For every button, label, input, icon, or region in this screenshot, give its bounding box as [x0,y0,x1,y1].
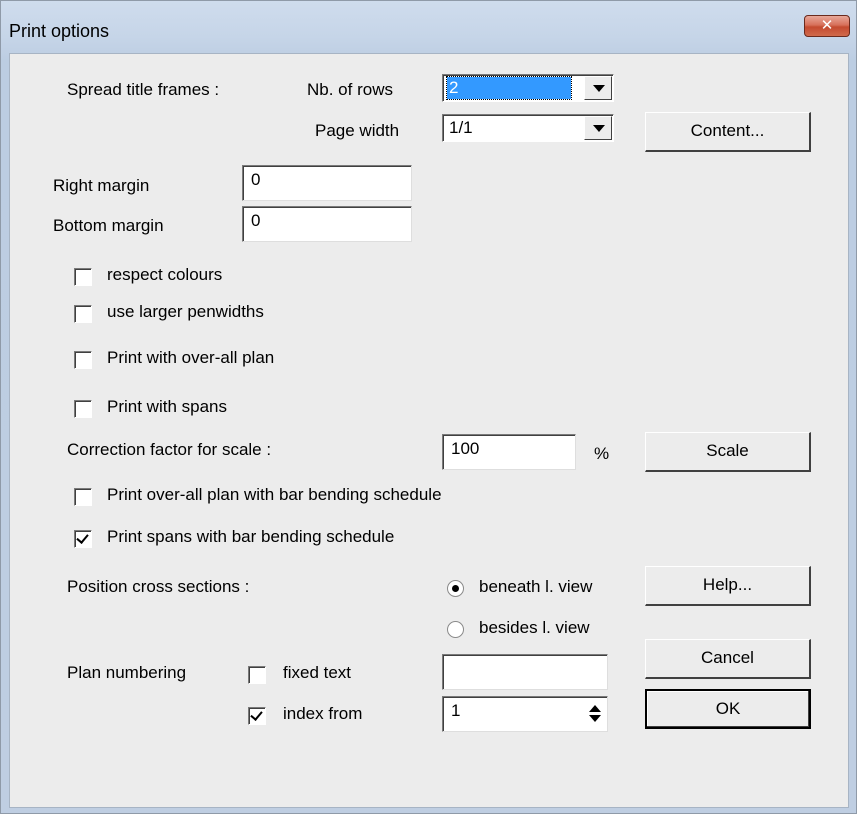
besides-view-radio[interactable] [447,621,464,638]
percent-unit-label: % [594,444,610,463]
spans-bending-schedule-label[interactable]: Print spans with bar bending schedule [107,527,394,547]
scale-correction-input[interactable]: 100 [442,434,576,470]
print-options-dialog: Print options ✕ Spread title frames : Nb… [0,0,857,814]
index-from-spinbox[interactable]: 1 [442,696,608,732]
dialog-title: Print options [9,21,110,41]
close-icon: ✕ [820,17,834,34]
bottom-margin-input[interactable]: 0 [242,206,412,242]
overall-plan-label[interactable]: Print with over-all plan [107,348,274,368]
page-width-combobox[interactable]: 1/1 [442,114,614,142]
larger-penwidths-checkbox[interactable] [74,305,92,323]
help-button[interactable]: Help... [645,566,811,606]
larger-penwidths-label[interactable]: use larger penwidths [107,302,264,322]
scale-correction-label: Correction factor for scale : [67,440,272,459]
right-margin-label: Right margin [53,176,150,195]
title-bar[interactable]: Print options ✕ [1,1,856,53]
page-width-dropdown-arrow-icon[interactable] [584,116,612,140]
bottom-margin-label: Bottom margin [53,216,164,235]
plan-numbering-label: Plan numbering [67,663,187,682]
dialog-client-area: Spread title frames : Nb. of rows 2 Page… [9,53,849,808]
rows-combobox[interactable]: 2 [442,74,614,102]
respect-colours-checkbox[interactable] [74,268,92,286]
with-spans-checkbox[interactable] [74,400,92,418]
overall-bending-schedule-label[interactable]: Print over-all plan with bar bending sch… [107,485,442,505]
page-width-label: Page width [315,121,400,140]
respect-colours-label[interactable]: respect colours [107,265,222,285]
rows-value: 2 [446,76,572,100]
overall-plan-checkbox[interactable] [74,351,92,369]
spread-title-frames-label: Spread title frames : [67,80,220,99]
cancel-button[interactable]: Cancel [645,639,811,679]
beneath-view-label[interactable]: beneath l. view [479,577,592,597]
besides-view-label[interactable]: besides l. view [479,618,590,638]
spin-up-icon[interactable] [589,705,601,712]
fixed-text-input[interactable] [442,654,608,690]
overall-bending-schedule-checkbox[interactable] [74,488,92,506]
ok-button[interactable]: OK [645,689,811,729]
position-cross-sections-label: Position cross sections : [67,577,250,596]
rows-dropdown-arrow-icon[interactable] [584,76,612,100]
right-margin-input[interactable]: 0 [242,165,412,201]
with-spans-label[interactable]: Print with spans [107,397,227,417]
beneath-view-radio[interactable] [447,580,464,597]
fixed-text-checkbox[interactable] [248,666,266,684]
content-button[interactable]: Content... [645,112,811,152]
spans-bending-schedule-checkbox[interactable] [74,530,92,548]
scale-button[interactable]: Scale [645,432,811,472]
spin-down-icon[interactable] [589,715,601,722]
index-from-checkbox[interactable] [248,707,266,725]
index-from-label[interactable]: index from [283,704,362,724]
close-button[interactable]: ✕ [804,15,850,37]
fixed-text-label[interactable]: fixed text [283,663,351,683]
page-width-value: 1/1 [449,118,473,137]
rows-label: Nb. of rows [307,80,393,99]
index-from-value: 1 [451,701,461,720]
spin-updown-icon[interactable] [585,699,605,729]
